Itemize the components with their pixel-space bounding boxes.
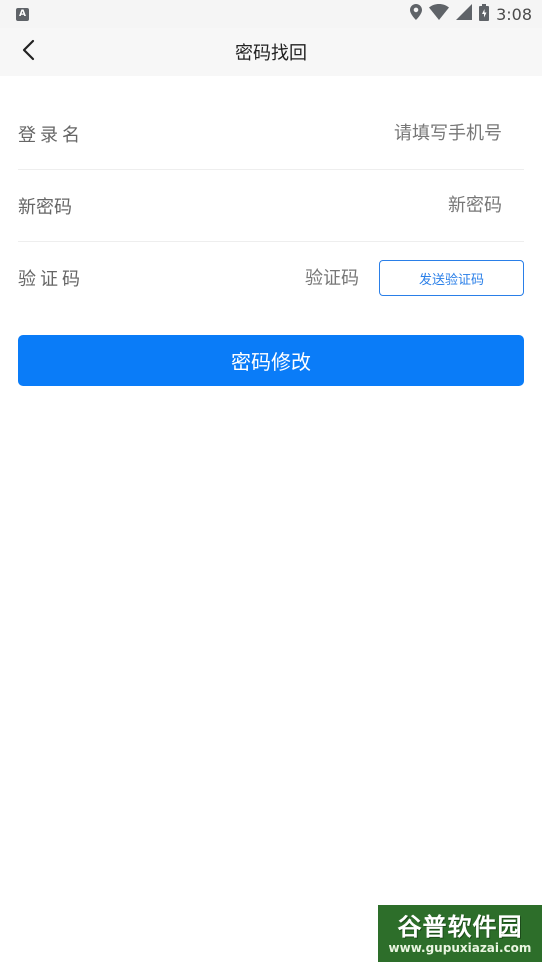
code-input[interactable] <box>128 267 379 289</box>
new-password-input[interactable] <box>128 195 524 216</box>
code-label: 验证码 <box>18 269 84 290</box>
code-row: 验证码 发送验证码 <box>18 242 524 314</box>
password-reset-form: 登录名 新密码 验证码 发送验证码 <box>18 98 524 314</box>
battery-icon <box>479 3 490 25</box>
submit-button[interactable]: 密码修改 <box>18 335 524 386</box>
status-time: 3:08 <box>496 4 532 24</box>
send-code-button[interactable]: 发送验证码 <box>379 260 524 296</box>
wifi-icon <box>429 4 450 24</box>
watermark-title: 谷普软件园 <box>397 912 523 941</box>
username-label: 登录名 <box>18 124 84 146</box>
status-bar: A 3:08 <box>0 0 542 28</box>
site-watermark: 谷普软件园 www.gupuxiazai.com <box>378 905 542 962</box>
page-title: 密码找回 <box>235 43 307 64</box>
watermark-url: www.gupuxiazai.com <box>388 940 532 955</box>
status-left: A <box>16 7 29 21</box>
signal-icon <box>456 4 473 24</box>
username-row: 登录名 <box>18 98 524 170</box>
username-input[interactable] <box>128 123 524 144</box>
app-notification-icon: A <box>16 7 29 21</box>
new-password-row: 新密码 <box>18 170 524 242</box>
app-header: 密码找回 <box>0 28 542 76</box>
back-button[interactable] <box>10 34 46 70</box>
location-icon <box>410 4 423 24</box>
new-password-label: 新密码 <box>18 196 72 218</box>
status-right: 3:08 <box>410 3 532 25</box>
chevron-left-icon <box>21 39 35 65</box>
